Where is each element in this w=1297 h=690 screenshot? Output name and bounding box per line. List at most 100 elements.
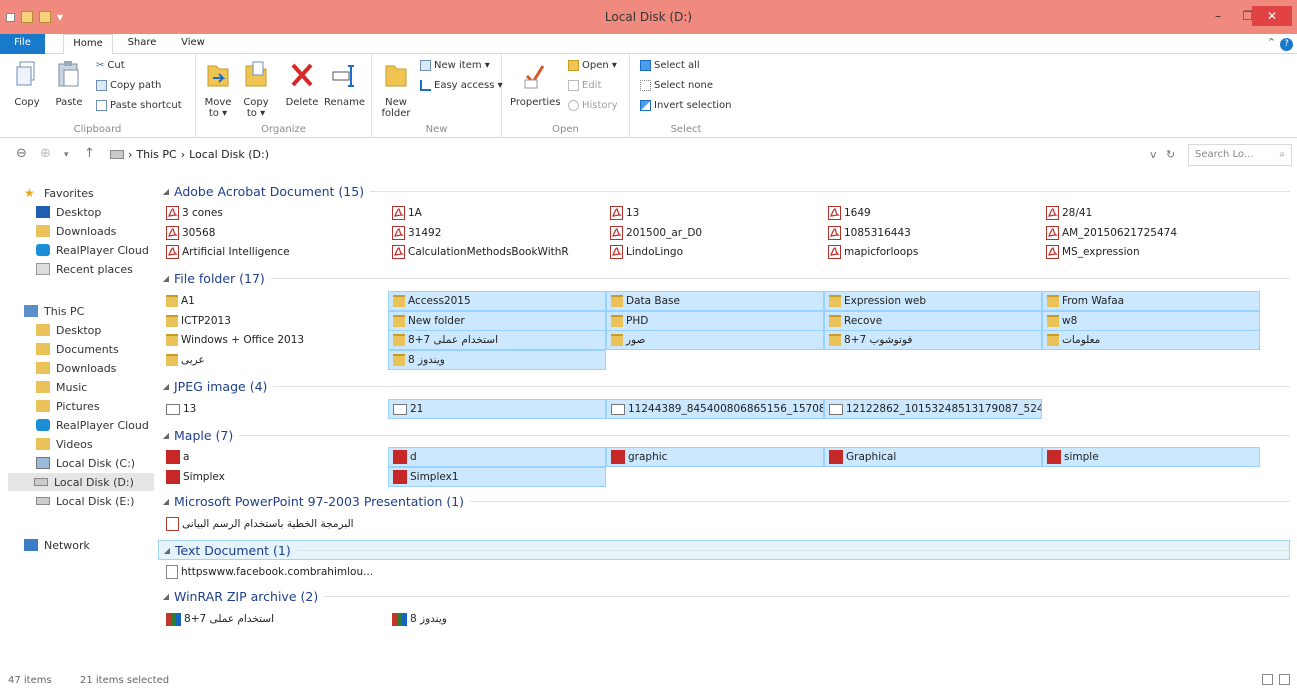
file-item[interactable]: 1649 [824,203,1042,223]
paste-shortcut-button[interactable]: Paste shortcut [96,100,182,111]
nav-pc-desktop[interactable]: Desktop [36,321,101,339]
file-item[interactable]: عربی [162,350,380,370]
group-header-folder[interactable]: ◢ File folder (17) [158,268,1290,288]
chevron-up-icon[interactable]: ⌃ [1267,36,1276,49]
file-item[interactable]: 28/41 [1042,203,1260,223]
easy-access-button[interactable]: Easy access ▾ [420,80,503,91]
delete-button[interactable]: Delete [282,60,322,108]
collapse-arrow-icon[interactable]: ◢ [158,431,174,440]
file-item[interactable]: graphic [606,447,824,467]
address-dropdown-button[interactable]: v [1150,148,1157,161]
nav-downloads[interactable]: Downloads [36,222,116,240]
file-item[interactable]: MS_expression [1042,242,1260,262]
group-header-adobe[interactable]: ◢ Adobe Acrobat Document (15) [158,181,1290,201]
file-item[interactable]: Graphical [824,447,1042,467]
rename-button[interactable]: Rename [324,60,365,108]
file-item[interactable]: 30568 [162,223,380,243]
select-none-button[interactable]: Select none [640,80,713,91]
file-item[interactable]: 13 [606,203,824,223]
file-item[interactable]: 201500_ar_D0 [606,223,824,243]
copy-button[interactable]: Copy [10,60,44,108]
file-item[interactable]: simple [1042,447,1260,467]
nav-disk-c[interactable]: Local Disk (C:) [36,454,135,472]
file-item[interactable]: ویندوز 8 [388,349,606,370]
file-item[interactable]: صور [606,330,824,350]
nav-pictures[interactable]: Pictures [36,397,100,415]
file-item[interactable]: Windows + Office 2013 [162,330,380,350]
collapse-arrow-icon[interactable]: ◢ [158,592,174,601]
file-item[interactable]: d [388,447,606,467]
group-header-jpeg[interactable]: ◢ JPEG image (4) [158,376,1290,396]
help-icon[interactable]: ? [1280,38,1293,51]
collapse-arrow-icon[interactable]: ◢ [158,274,174,283]
minimize-button[interactable]: – [1204,6,1232,26]
breadcrumb-local-disk[interactable]: Local Disk (D:) [189,148,269,161]
nav-disk-e[interactable]: Local Disk (E:) [36,492,134,510]
file-item[interactable]: AM_20150621725474 [1042,223,1260,243]
paste-button[interactable]: Paste [52,60,86,108]
group-header-rar[interactable]: ◢ WinRAR ZIP archive (2) [158,586,1290,606]
nav-desktop[interactable]: Desktop [36,203,101,221]
tab-share[interactable]: Share [122,34,162,54]
collapse-arrow-icon[interactable]: ◢ [158,187,174,196]
file-item[interactable]: 11244389_845400806865156_15708386... [606,399,824,419]
new-item-button[interactable]: New item ▾ [420,60,490,71]
file-item[interactable]: Artificial Intelligence [162,242,380,262]
file-item[interactable]: CalculationMethodsBookWithR [388,242,606,262]
new-folder-button[interactable]: New folder [378,60,414,119]
file-item[interactable]: From Wafaa [1042,291,1260,311]
back-button[interactable]: ⊖ [16,146,27,161]
nav-pc-downloads[interactable]: Downloads [36,359,116,377]
nav-disk-d[interactable]: Local Disk (D:) [8,473,154,491]
file-item[interactable]: 12122862_10153248513179087_52406... [824,399,1042,419]
nav-recent-places[interactable]: Recent places [36,260,133,278]
nav-realplayer[interactable]: RealPlayer Cloud [36,241,149,259]
file-item[interactable]: Expression web [824,291,1042,311]
edit-button[interactable]: Edit [568,80,601,91]
breadcrumb[interactable]: › This PC › Local Disk (D:) [110,148,269,161]
file-item[interactable]: استخدام عملی 7+8 [388,330,606,350]
up-button[interactable]: ↑ [84,146,95,161]
history-button[interactable]: History [568,100,618,111]
file-item[interactable]: ویندوز 8 [388,609,606,629]
file-item[interactable]: 31492 [388,223,606,243]
copy-path-button[interactable]: Copy path [96,80,161,91]
cut-button[interactable]: ✂ Cut [96,60,125,71]
nav-favorites[interactable]: ★ Favorites [24,184,94,202]
file-item[interactable]: 1A [388,203,606,223]
close-button[interactable]: ✕ [1252,6,1292,26]
file-item[interactable]: a [162,447,380,467]
file-item[interactable]: Recove [824,310,1042,331]
select-all-button[interactable]: Select all [640,60,700,71]
file-item[interactable]: PHD [606,310,824,331]
file-item[interactable]: استخدام عملی 7+8 [162,609,380,629]
file-item[interactable]: 3 cones [162,203,380,223]
nav-pc-realplayer[interactable]: RealPlayer Cloud [36,416,149,434]
file-item[interactable]: Simplex [162,467,380,487]
nav-videos[interactable]: Videos [36,435,93,453]
recent-locations-button[interactable]: ▾ [64,150,69,160]
file-item[interactable]: A1 [162,291,380,311]
file-item[interactable]: 21 [388,399,606,419]
collapse-arrow-icon[interactable]: ◢ [159,546,175,555]
large-icons-view-icon[interactable] [1279,674,1290,685]
tab-file[interactable]: File [0,34,45,54]
file-item[interactable]: البرمجة الخطية باستخدام الرسم البیانی [162,514,380,534]
move-to-button[interactable]: Move to ▾ [200,60,236,119]
breadcrumb-this-pc[interactable]: This PC [136,148,176,161]
file-item[interactable]: Access2015 [388,291,606,311]
file-item[interactable]: New folder [388,310,606,331]
forward-button[interactable]: ⊕ [40,146,51,161]
group-header-txt[interactable]: ◢ Text Document (1) [158,540,1290,560]
nav-network[interactable]: Network [24,536,90,554]
group-header-maple[interactable]: ◢ Maple (7) [158,425,1290,445]
file-item[interactable]: w8 [1042,310,1260,331]
nav-music[interactable]: Music [36,378,87,396]
file-item[interactable]: Simplex1 [388,466,606,487]
refresh-button[interactable]: ↻ [1166,148,1175,161]
nav-this-pc[interactable]: This PC [24,302,84,320]
group-header-ppt[interactable]: ◢ Microsoft PowerPoint 97-2003 Presentat… [158,491,1290,511]
tab-home[interactable]: Home [63,34,113,55]
file-item[interactable]: 1085316443 [824,223,1042,243]
file-item[interactable]: LindoLingo [606,242,824,262]
